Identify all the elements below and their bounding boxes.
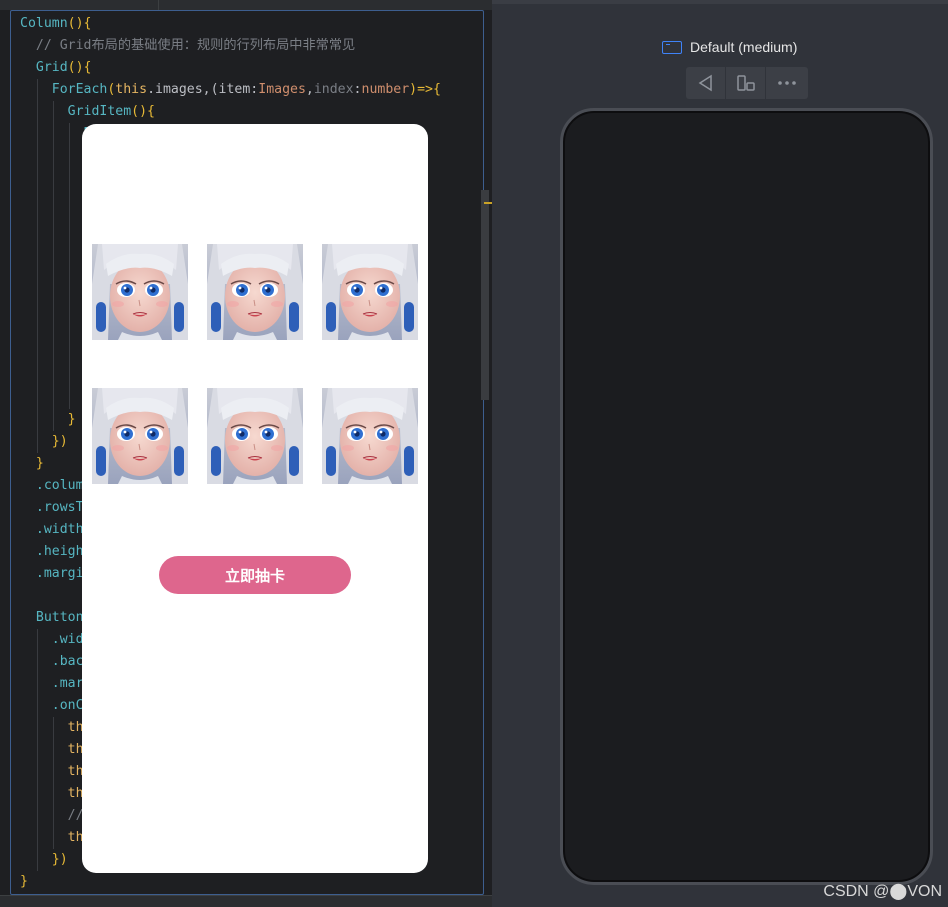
card-image xyxy=(322,388,418,484)
editor-tab-strip xyxy=(0,0,492,10)
editor-status-strip xyxy=(0,895,492,907)
device-icon xyxy=(662,40,682,54)
watermark: CSDN @⬤VON xyxy=(823,883,942,900)
card-image xyxy=(92,388,188,484)
more-icon[interactable] xyxy=(766,67,808,99)
previewer-toolbar xyxy=(686,67,808,99)
card-image xyxy=(207,244,303,340)
device-fold-icon[interactable] xyxy=(726,67,766,99)
card-image xyxy=(322,244,418,340)
editor-scrollbar[interactable] xyxy=(481,190,489,400)
card-image xyxy=(207,388,303,484)
code-line: // Grid布局的基础使用：规则的行列布局中非常常见 xyxy=(20,38,356,53)
code-line: } xyxy=(20,874,28,889)
device-selector[interactable]: Default (medium) xyxy=(662,38,797,56)
phone-frame xyxy=(560,108,933,885)
rotate-back-icon[interactable] xyxy=(686,67,726,99)
phone-screen: 立即抽卡 xyxy=(82,124,428,873)
draw-card-button[interactable]: 立即抽卡 xyxy=(159,556,351,594)
card-grid xyxy=(92,244,418,484)
code-line: ForEach(this.images,(item:Images,index:n… xyxy=(11,79,483,101)
previewer-panel: Default (medium) xyxy=(492,0,948,907)
code-line: Grid(){ xyxy=(20,60,92,75)
code-line: GridItem(){ xyxy=(11,101,483,123)
scrollbar-marker xyxy=(484,202,492,204)
card-image xyxy=(92,244,188,340)
code-line: Column(){ xyxy=(20,16,92,31)
device-label: Default (medium) xyxy=(690,39,798,55)
